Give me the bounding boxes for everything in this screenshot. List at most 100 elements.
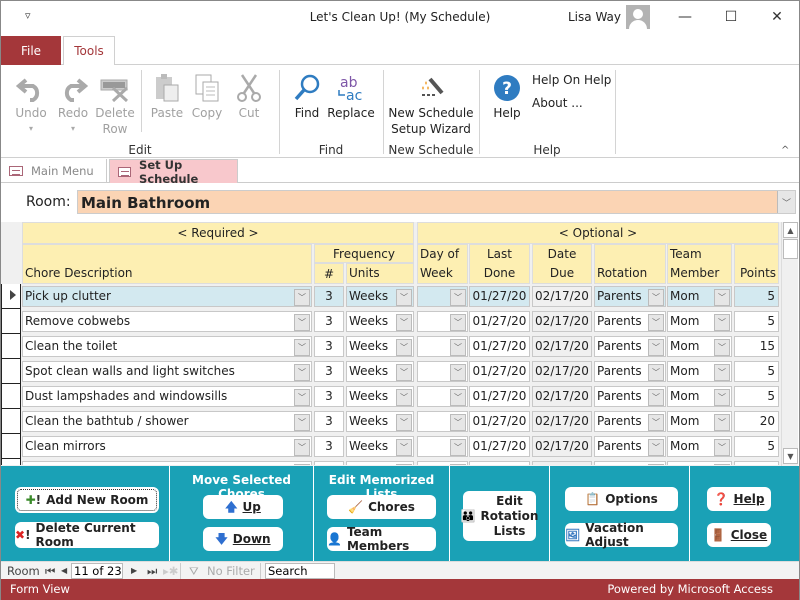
record-selector[interactable] — [1, 359, 21, 384]
cut-button[interactable]: Cut — [229, 71, 269, 121]
paste-button[interactable]: Paste — [147, 71, 187, 121]
points-field[interactable]: 15 — [734, 336, 779, 357]
copy-button[interactable]: Copy — [187, 71, 227, 121]
points-field[interactable]: 5 — [734, 286, 779, 307]
delete-current-room-button[interactable]: ✖! Delete Current Room — [15, 521, 159, 549]
chore-description-field[interactable]: ﹀ — [22, 461, 312, 465]
chevron-down-icon[interactable]: ﹀ — [450, 339, 466, 356]
vertical-scrollbar[interactable]: ▲ ▼ — [781, 222, 798, 466]
chevron-down-icon[interactable]: ﹀ — [396, 339, 412, 356]
points-field[interactable] — [734, 461, 779, 465]
day-of-week-combo[interactable]: ﹀ — [417, 336, 468, 357]
chevron-down-icon[interactable]: ﹀ — [714, 414, 730, 431]
find-button[interactable]: Find — [289, 71, 325, 121]
chore-description-field[interactable]: Clean mirrors ﹀ — [22, 436, 312, 457]
date-due-field[interactable]: 02/17/20 — [532, 336, 592, 357]
day-of-week-combo[interactable]: ﹀ — [417, 386, 468, 407]
chevron-down-icon[interactable]: ﹀ — [648, 364, 664, 381]
chevron-down-icon[interactable]: ﹀ — [294, 389, 310, 406]
frequency-units-combo[interactable]: Weeks ﹀ — [346, 336, 414, 357]
frequency-number-field[interactable] — [314, 461, 344, 465]
last-done-field[interactable] — [469, 461, 530, 465]
chore-description-field[interactable]: Pick up clutter ﹀ — [22, 286, 312, 307]
team-member-combo[interactable]: Mom ﹀ — [667, 386, 732, 407]
team-member-combo[interactable]: Mom ﹀ — [667, 361, 732, 382]
minimize-button[interactable]: — — [665, 5, 705, 29]
vacation-adjust-button[interactable]: 🖼 Vacation Adjust — [565, 521, 678, 549]
move-down-button[interactable]: 🡇 Down — [203, 527, 283, 551]
points-field[interactable]: 5 — [734, 436, 779, 457]
redo-button[interactable]: Redo ▾ — [53, 71, 93, 137]
rotation-combo[interactable]: Parents ﹀ — [594, 311, 666, 332]
required-header[interactable]: < Required > — [22, 222, 414, 244]
chevron-down-icon[interactable]: ﹀ — [648, 314, 664, 331]
chevron-down-icon[interactable]: ﹀ — [648, 439, 664, 456]
chevron-down-icon[interactable]: ﹀ — [714, 289, 730, 306]
current-record-field[interactable]: 11 of 23 — [71, 563, 123, 579]
chevron-down-icon[interactable]: ﹀ — [714, 339, 730, 356]
close-window-button[interactable]: ✕ — [757, 5, 797, 29]
team-member-combo[interactable]: Mom ﹀ — [667, 311, 732, 332]
chevron-down-icon[interactable]: ﹀ — [648, 414, 664, 431]
rotation-combo[interactable]: Parents ﹀ — [594, 286, 666, 307]
frequency-units-combo[interactable]: Weeks ﹀ — [346, 361, 414, 382]
rotation-combo[interactable]: Parents ﹀ — [594, 336, 666, 357]
last-done-field[interactable]: 01/27/20 — [469, 286, 530, 307]
chevron-down-icon[interactable]: ﹀ — [396, 364, 412, 381]
options-button[interactable]: 📋 Options — [565, 487, 678, 511]
chevron-down-icon[interactable]: ﹀ — [294, 289, 310, 306]
last-done-field[interactable]: 01/27/20 — [469, 386, 530, 407]
user-avatar-icon[interactable] — [626, 5, 650, 29]
user-name[interactable]: Lisa Way — [568, 10, 621, 24]
chores-list-button[interactable]: 🧹 Chores — [327, 495, 436, 519]
date-due-field[interactable]: 02/17/20 — [532, 411, 592, 432]
close-form-button[interactable]: 🚪 Close — [707, 523, 771, 547]
chevron-down-icon[interactable]: ﹀ — [450, 364, 466, 381]
chevron-down-icon[interactable]: ﹀ — [777, 191, 795, 213]
chevron-down-icon[interactable]: ﹀ — [648, 389, 664, 406]
chevron-down-icon[interactable]: ﹀ — [294, 414, 310, 431]
chevron-down-icon[interactable]: ﹀ — [714, 314, 730, 331]
first-record-icon[interactable]: ⏮ — [45, 564, 55, 579]
record-selector[interactable] — [1, 284, 21, 309]
team-member-combo[interactable]: Mom ﹀ — [667, 286, 732, 307]
chevron-down-icon[interactable]: ﹀ — [714, 389, 730, 406]
scroll-up-icon[interactable]: ▲ — [783, 222, 798, 238]
frequency-units-combo[interactable]: Weeks ﹀ — [346, 411, 414, 432]
frequency-units-combo[interactable]: Weeks ﹀ — [346, 286, 414, 307]
doc-tab-set-up-schedule[interactable]: Set Up Schedule — [109, 158, 238, 186]
delete-row-button[interactable]: Delete Row — [95, 71, 135, 137]
last-done-field[interactable]: 01/27/20 — [469, 436, 530, 457]
chevron-down-icon[interactable]: ﹀ — [294, 339, 310, 356]
rotation-combo[interactable]: Parents ﹀ — [594, 411, 666, 432]
points-field[interactable]: 5 — [734, 386, 779, 407]
team-member-combo[interactable]: Mom ﹀ — [667, 336, 732, 357]
date-due-field[interactable]: 02/17/20 — [532, 436, 592, 457]
search-input[interactable]: Search — [265, 563, 335, 579]
day-of-week-combo[interactable]: ﹀ — [417, 361, 468, 382]
undo-dropdown-icon[interactable]: ▾ — [11, 121, 51, 137]
record-selector[interactable] — [1, 459, 21, 465]
chevron-down-icon[interactable]: ﹀ — [396, 439, 412, 456]
frequency-number-field[interactable]: 3 — [314, 336, 344, 357]
rotation-combo[interactable]: ﹀ — [594, 461, 666, 465]
date-due-field[interactable]: 02/17/20 — [532, 361, 592, 382]
frequency-number-field[interactable]: 3 — [314, 286, 344, 307]
last-done-field[interactable]: 01/27/20 — [469, 311, 530, 332]
date-due-field[interactable]: 02/17/20 — [532, 311, 592, 332]
chevron-down-icon[interactable]: ﹀ — [648, 464, 664, 465]
optional-header[interactable]: < Optional > — [417, 222, 779, 244]
team-member-combo[interactable]: ﹀ — [667, 461, 732, 465]
scroll-down-icon[interactable]: ▼ — [783, 448, 798, 464]
date-due-field[interactable]: 02/17/20 — [532, 286, 592, 307]
chevron-down-icon[interactable]: ﹀ — [294, 364, 310, 381]
chore-description-field[interactable]: Clean the bathtub / shower ﹀ — [22, 411, 312, 432]
record-selector[interactable] — [1, 434, 21, 459]
day-of-week-combo[interactable]: ﹀ — [417, 411, 468, 432]
date-due-field[interactable] — [532, 461, 592, 465]
frequency-units-combo[interactable]: ﹀ — [346, 461, 414, 465]
frequency-units-combo[interactable]: Weeks ﹀ — [346, 436, 414, 457]
last-done-field[interactable]: 01/27/20 — [469, 336, 530, 357]
chevron-down-icon[interactable]: ﹀ — [396, 389, 412, 406]
chevron-down-icon[interactable]: ﹀ — [648, 289, 664, 306]
